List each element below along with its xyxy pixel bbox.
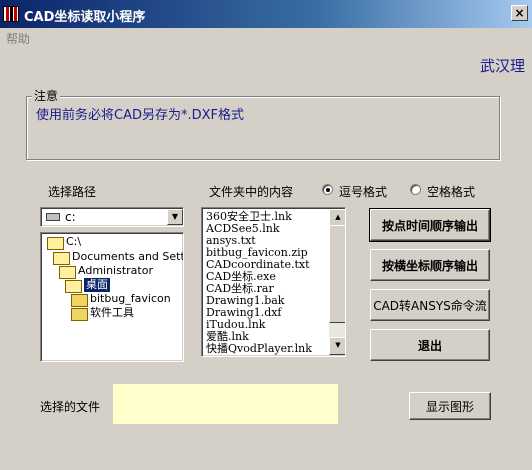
close-button[interactable]: × [511, 5, 528, 21]
file-list[interactable]: 360安全卫士.lnk ACDSee5.lnk ansys.txt bitbug… [201, 207, 346, 357]
path-label: 选择路径 [48, 185, 97, 199]
time-order-output-button[interactable]: 按点时间顺序输出 [369, 208, 491, 242]
selected-file-display [113, 384, 338, 424]
app-icon [3, 6, 19, 22]
menu-bar [0, 28, 532, 46]
directory-list[interactable]: C:\ Documents and Setti Administrator 桌面… [40, 232, 184, 362]
radio-comma-label[interactable]: 逗号格式 [339, 183, 387, 200]
chevron-down-icon[interactable]: ▼ [167, 209, 183, 225]
drive-icon [46, 213, 60, 221]
window-title: CAD坐标读取小程序 [24, 10, 146, 25]
cad-to-ansys-button[interactable]: CAD转ANSYS命令流 [370, 289, 490, 321]
file-list-item[interactable]: 快播QvodPlayer.lnk [206, 343, 312, 355]
scroll-down-icon[interactable]: ▼ [329, 337, 345, 355]
folder-open-icon [59, 266, 76, 279]
note-text: 使用前务必将CAD另存为*.DXF格式 [36, 108, 245, 123]
radio-space-label[interactable]: 空格格式 [427, 183, 475, 200]
scroll-thumb[interactable] [329, 225, 345, 323]
folder-icon [71, 308, 88, 321]
files-label: 文件夹中的内容 [209, 185, 294, 199]
note-label: 注意 [32, 87, 61, 104]
drive-value: c: [65, 210, 76, 224]
file-list-scrollbar[interactable]: ▲ ▼ [329, 209, 345, 355]
radio-comma-format[interactable] [322, 184, 333, 195]
drive-select[interactable]: c: ▼ [40, 207, 184, 227]
show-graphic-button[interactable]: 显示图形 [409, 392, 491, 420]
folder-open-icon [53, 252, 70, 265]
title-bar[interactable]: CAD坐标读取小程序 × [0, 0, 532, 28]
folder-open-icon [47, 237, 64, 250]
folder-open-icon [65, 280, 82, 293]
coord-order-output-button[interactable]: 按横坐标顺序输出 [370, 249, 490, 281]
menu-help[interactable]: 帮助 [6, 30, 30, 47]
organization-text: 武汉理 [480, 57, 526, 75]
exit-button[interactable]: 退出 [370, 329, 490, 361]
selected-file-label: 选择的文件 [40, 400, 101, 414]
radio-space-format[interactable] [410, 184, 421, 195]
folder-icon [71, 294, 88, 307]
